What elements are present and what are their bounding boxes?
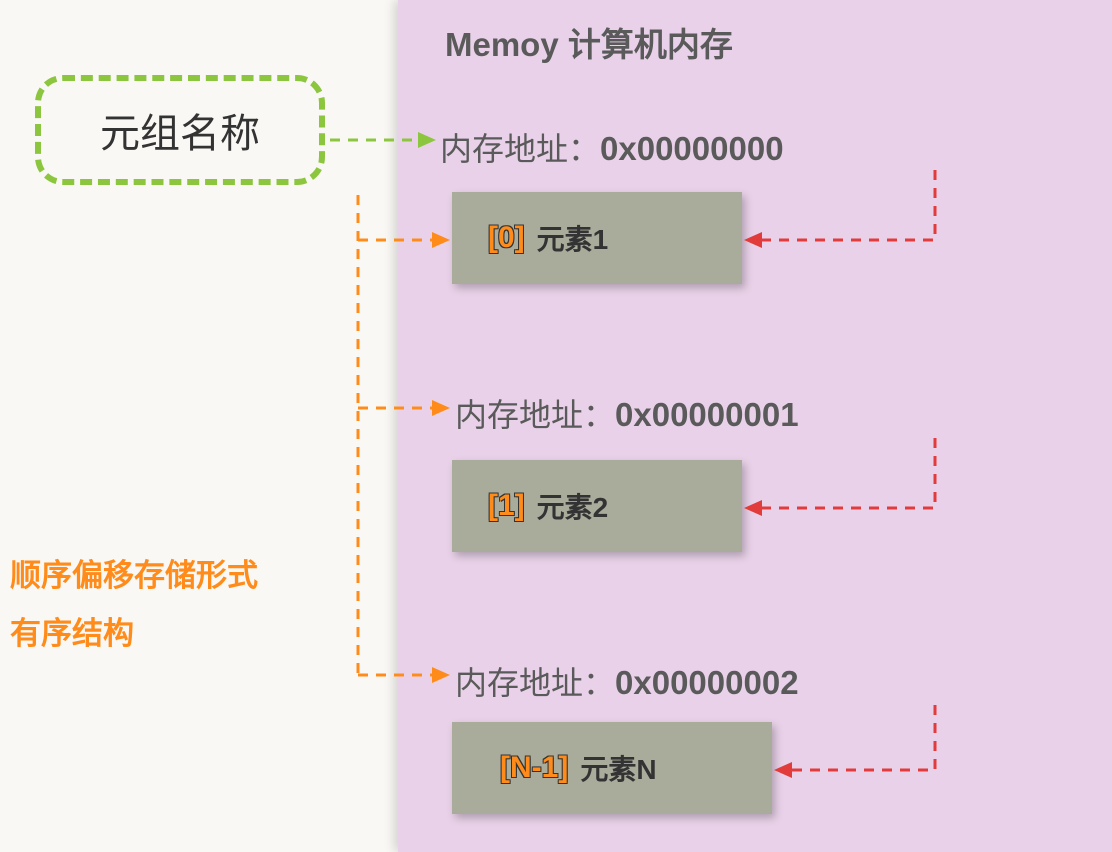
element-box-2: [1] 元素2 (452, 460, 742, 552)
index-0: [0] (488, 221, 525, 255)
address-value-2: 0x00000001 (615, 396, 799, 433)
address-label: 内存地址： (455, 397, 615, 433)
index-1: [1] (488, 489, 525, 523)
panel-title: Memoy 计算机内存 (445, 18, 733, 66)
element-box-1: [0] 元素1 (452, 192, 742, 284)
address-label: 内存地址： (440, 131, 600, 167)
element-n-label: 元素N (580, 748, 656, 788)
tuple-name-label: 元组名称 (100, 101, 260, 159)
memory-address-3: 内存地址：0x00000002 (455, 658, 799, 704)
memory-address-1: 内存地址：0x00000000 (440, 124, 784, 170)
address-value-1: 0x00000000 (600, 130, 784, 167)
address-value-3: 0x00000002 (615, 664, 799, 701)
tuple-name-box: 元组名称 (35, 75, 325, 185)
memory-address-2: 内存地址：0x00000001 (455, 390, 799, 436)
description-line-1: 顺序偏移存储形式 (10, 550, 258, 595)
address-label: 内存地址： (455, 665, 615, 701)
element-1-label: 元素1 (537, 218, 609, 258)
element-box-n: [N-1] 元素N (452, 722, 772, 814)
description-line-2: 有序结构 (10, 608, 134, 653)
index-n-1: [N-1] (500, 751, 568, 785)
element-2-label: 元素2 (537, 486, 609, 526)
